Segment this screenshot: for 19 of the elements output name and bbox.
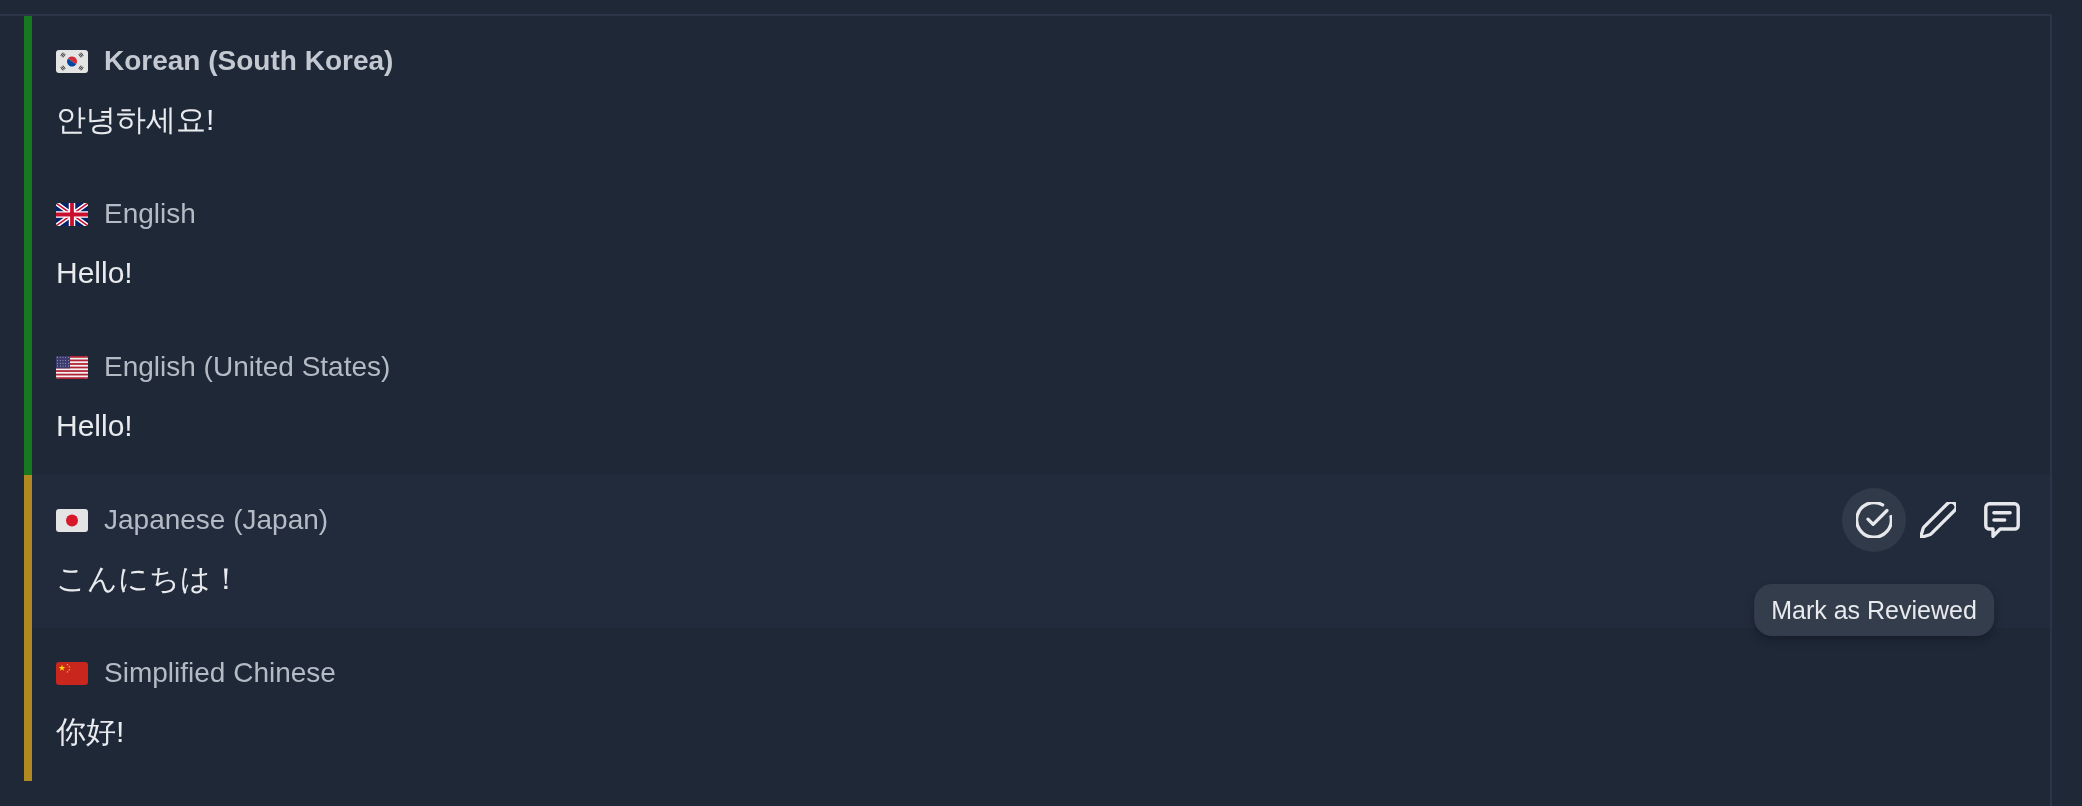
- american-flag-icon: [56, 355, 88, 379]
- language-label: Simplified Chinese: [104, 656, 336, 690]
- language-label: English: [104, 197, 196, 231]
- korean-flag-icon: [56, 49, 88, 73]
- translation-text: 안녕하세요!: [56, 102, 215, 138]
- translation-text: こんにちは！: [56, 561, 241, 597]
- translation-text: Hello!: [56, 255, 133, 291]
- check-circle-icon: [1856, 502, 1892, 538]
- japanese-flag-icon: [56, 508, 88, 532]
- translation-text: 你好!: [56, 714, 125, 750]
- pencil-icon: [1920, 502, 1956, 538]
- chat-bubble-icon: [1984, 502, 2020, 538]
- chinese-flag-icon: [56, 661, 88, 685]
- language-label: Korean (South Korea): [104, 44, 394, 78]
- language-label: Japanese (Japan): [104, 503, 329, 537]
- translation-text: Hello!: [56, 408, 133, 444]
- tooltip: Mark as Reviewed: [1754, 584, 1994, 636]
- british-flag-icon: [56, 202, 88, 226]
- language-label: English (United States): [104, 350, 391, 384]
